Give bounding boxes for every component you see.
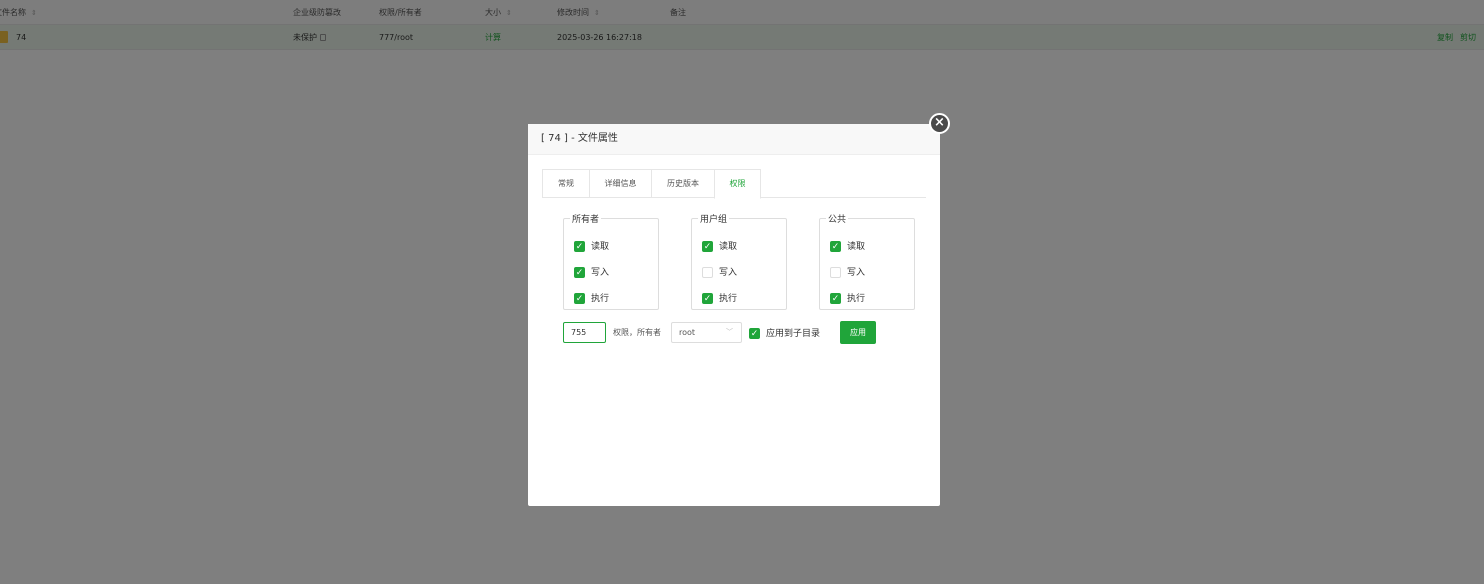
perm-group-owner: 所有者 ✓ 读取 ✓ 写入 ✓ 执行 — [563, 212, 659, 310]
dialog-tabs: 常规 详细信息 历史版本 权限 — [542, 169, 926, 199]
checkbox-checked-icon: ✓ — [574, 241, 585, 252]
group-read-checkbox[interactable]: ✓ 读取 — [702, 241, 737, 255]
owner-select-value: root — [679, 328, 696, 337]
tab-permissions[interactable]: 权限 — [714, 169, 761, 199]
owner-read-checkbox[interactable]: ✓ 读取 — [574, 241, 609, 255]
checkbox-checked-icon: ✓ — [574, 293, 585, 304]
checkbox-checked-icon: ✓ — [830, 293, 841, 304]
perm-group-legend: 用户组 — [700, 215, 728, 225]
chevron-down-icon: ﹀ — [726, 328, 733, 336]
public-write-checkbox[interactable]: 写入 — [830, 267, 865, 281]
perm-group-legend: 所有者 — [572, 215, 600, 225]
apply-button[interactable]: 应用 — [840, 321, 876, 344]
owner-write-checkbox[interactable]: ✓ 写入 — [574, 267, 609, 281]
file-properties-dialog: [ 74 ] - 文件属性 常规 详细信息 历史版本 权限 所有者 ✓ 读取 ✓ 写… — [528, 124, 940, 506]
tab-history[interactable]: 历史版本 — [651, 169, 714, 198]
apply-subdir-checkbox[interactable]: ✓ 应用到子目录 — [749, 326, 820, 339]
public-read-checkbox[interactable]: ✓ 读取 — [830, 241, 865, 255]
dialog-title: [ 74 ] - 文件属性 — [528, 124, 940, 155]
checkbox-checked-icon: ✓ — [702, 293, 713, 304]
perm-owner-label: 权限，所有者 — [613, 328, 661, 337]
perm-group-public: 公共 ✓ 读取 写入 ✓ 执行 — [819, 212, 915, 310]
owner-exec-checkbox[interactable]: ✓ 执行 — [574, 293, 609, 307]
owner-select[interactable]: root ﹀ — [671, 322, 742, 343]
public-exec-checkbox[interactable]: ✓ 执行 — [830, 293, 865, 307]
tab-general[interactable]: 常规 — [542, 169, 589, 198]
close-icon[interactable]: × — [929, 113, 950, 134]
perm-group-legend: 公共 — [828, 215, 847, 225]
checkbox-checked-icon: ✓ — [830, 241, 841, 252]
perm-group-usergroup: 用户组 ✓ 读取 写入 ✓ 执行 — [691, 212, 787, 310]
checkbox-unchecked-icon — [702, 267, 713, 278]
group-exec-checkbox[interactable]: ✓ 执行 — [702, 293, 737, 307]
tab-details[interactable]: 详细信息 — [589, 169, 651, 198]
checkbox-checked-icon: ✓ — [749, 328, 760, 339]
checkbox-unchecked-icon — [830, 267, 841, 278]
group-write-checkbox[interactable]: 写入 — [702, 267, 737, 281]
perm-value-input[interactable] — [563, 322, 606, 343]
checkbox-checked-icon: ✓ — [574, 267, 585, 278]
checkbox-checked-icon: ✓ — [702, 241, 713, 252]
